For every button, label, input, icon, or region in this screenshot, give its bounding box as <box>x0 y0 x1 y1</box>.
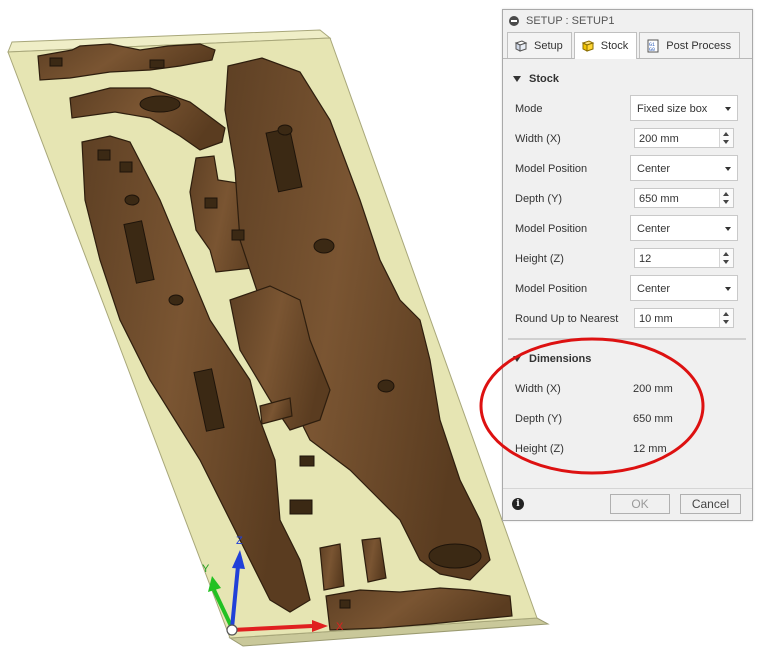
axis-x-label: X <box>336 621 344 633</box>
collapse-icon[interactable] <box>509 16 519 26</box>
dropdown-arrow-icon <box>725 227 731 231</box>
dim-height-label: Height (Z) <box>515 443 564 455</box>
axis-z-label: Z <box>236 535 243 547</box>
dimensions-section-header[interactable]: Dimensions <box>503 347 752 371</box>
tab-post-process[interactable]: G1 G0 Post Process <box>639 32 741 58</box>
model-position-y-row: Model Position Center <box>503 215 752 243</box>
dim-depth-row: Depth (Y) 650 mm <box>503 405 752 433</box>
round-up-input-value: 10 mm <box>639 313 673 325</box>
width-spinner[interactable] <box>719 129 733 147</box>
dim-depth-label: Depth (Y) <box>515 413 563 425</box>
setup-cube-icon <box>514 39 528 52</box>
spin-down-icon[interactable] <box>723 320 729 324</box>
dim-width-row: Width (X) 200 mm <box>503 375 752 403</box>
ok-button[interactable]: OK <box>610 494 670 514</box>
depth-row: Depth (Y) 650 mm <box>503 185 752 213</box>
model-position-x-select[interactable]: Center <box>630 155 738 181</box>
stock-section-header[interactable]: Stock <box>503 67 752 91</box>
mode-select-value: Fixed size box <box>637 103 708 115</box>
model-position-y-select[interactable]: Center <box>630 215 738 241</box>
tab-stock[interactable]: Stock <box>573 32 638 59</box>
dim-height-row: Height (Z) 12 mm <box>503 435 752 463</box>
tab-bar: Setup Stock G1 G0 Post Process <box>503 32 752 59</box>
tab-stock-label: Stock <box>600 40 629 52</box>
cancel-button[interactable]: Cancel <box>680 494 741 514</box>
spin-up-icon[interactable] <box>723 312 729 316</box>
dropdown-arrow-icon <box>725 107 731 111</box>
model-position-x-row: Model Position Center <box>503 155 752 183</box>
mode-row: Mode Fixed size box <box>503 95 752 123</box>
width-row: Width (X) 200 mm <box>503 125 752 153</box>
spin-down-icon[interactable] <box>723 260 729 264</box>
spin-down-icon[interactable] <box>723 200 729 204</box>
dialog-title: SETUP : SETUP1 <box>526 15 615 27</box>
model-position-z-label: Model Position <box>515 283 588 295</box>
depth-input[interactable]: 650 mm <box>634 188 734 208</box>
height-label: Height (Z) <box>515 253 564 265</box>
depth-spinner[interactable] <box>719 189 733 207</box>
model-position-y-label: Model Position <box>515 223 588 235</box>
model-position-y-value: Center <box>637 223 671 235</box>
dropdown-arrow-icon <box>725 287 731 291</box>
spin-up-icon[interactable] <box>723 252 729 256</box>
width-label: Width (X) <box>515 133 561 145</box>
stock-section-title: Stock <box>529 73 559 85</box>
depth-label: Depth (Y) <box>515 193 563 205</box>
tab-setup[interactable]: Setup <box>507 32 572 58</box>
width-input[interactable]: 200 mm <box>634 128 734 148</box>
model-position-z-select[interactable]: Center <box>630 275 738 301</box>
dim-width-label: Width (X) <box>515 383 561 395</box>
section-divider <box>508 338 746 340</box>
svg-text:G0: G0 <box>649 47 655 53</box>
stock-cube-icon <box>581 40 595 52</box>
model-position-z-row: Model Position Center <box>503 275 752 303</box>
dialog-titlebar[interactable]: SETUP : SETUP1 <box>503 10 752 32</box>
post-process-icon: G1 G0 <box>647 39 659 53</box>
height-input[interactable]: 12 <box>634 248 734 268</box>
collapse-triangle-icon <box>513 76 521 82</box>
round-up-input[interactable]: 10 mm <box>634 308 734 328</box>
model-position-x-value: Center <box>637 163 671 175</box>
spin-up-icon[interactable] <box>723 132 729 136</box>
spin-down-icon[interactable] <box>723 140 729 144</box>
round-up-row: Round Up to Nearest 10 mm <box>503 305 752 333</box>
round-up-spinner[interactable] <box>719 309 733 327</box>
mode-select[interactable]: Fixed size box <box>630 95 738 121</box>
tab-setup-label: Setup <box>534 39 563 52</box>
depth-input-value: 650 mm <box>639 193 679 205</box>
height-input-value: 12 <box>639 253 652 265</box>
collapse-triangle-icon <box>513 356 521 362</box>
origin-point[interactable] <box>226 624 238 636</box>
dialog-footer: i OK Cancel <box>503 488 752 521</box>
model-position-x-label: Model Position <box>515 163 588 175</box>
dim-height-value: 12 mm <box>633 443 667 455</box>
model-position-z-value: Center <box>637 283 671 295</box>
height-row: Height (Z) 12 <box>503 245 752 273</box>
round-up-label: Round Up to Nearest <box>515 313 619 325</box>
width-input-value: 200 mm <box>639 133 679 145</box>
info-icon[interactable]: i <box>512 498 524 510</box>
mode-label: Mode <box>515 103 543 115</box>
dim-width-value: 200 mm <box>633 383 673 395</box>
part-small-block-2 <box>319 543 345 591</box>
axis-y-label: Y <box>202 563 210 575</box>
setup-dialog: SETUP : SETUP1 Setup Stock G1 G0 Post Pr… <box>502 9 753 521</box>
height-spinner[interactable] <box>719 249 733 267</box>
dimensions-section-title: Dimensions <box>529 353 592 365</box>
dropdown-arrow-icon <box>725 167 731 171</box>
tab-post-process-label: Post Process <box>666 39 732 52</box>
dim-depth-value: 650 mm <box>633 413 673 425</box>
spin-up-icon[interactable] <box>723 192 729 196</box>
